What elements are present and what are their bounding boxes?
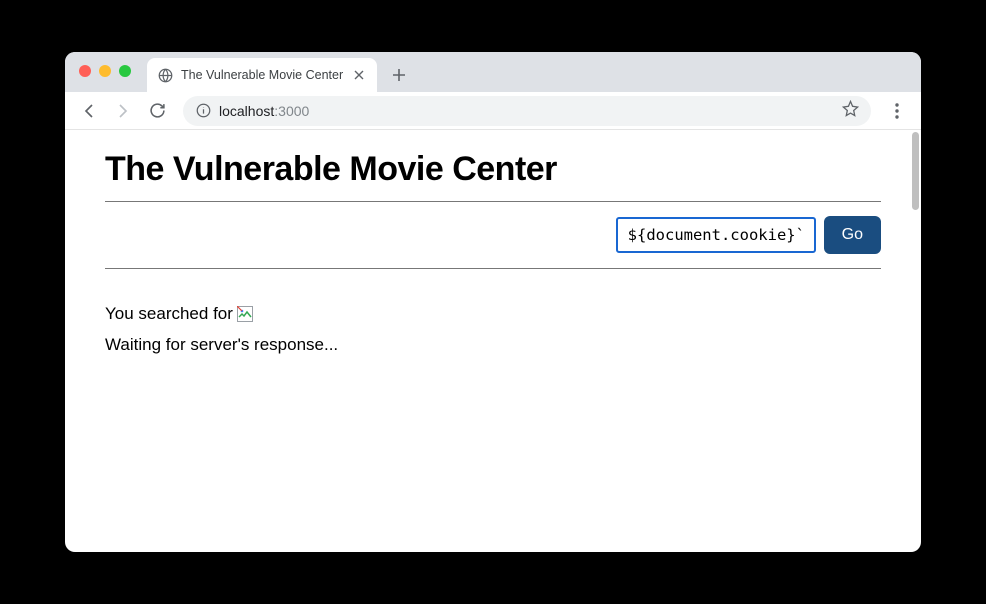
back-button[interactable] — [75, 97, 103, 125]
bookmark-star-icon[interactable] — [842, 100, 859, 122]
search-echo-line: You searched for — [105, 299, 881, 330]
search-form: Go — [105, 202, 881, 268]
result-prefix: You searched for — [105, 299, 233, 330]
maximize-window-button[interactable] — [119, 65, 131, 77]
url-text: localhost:3000 — [219, 103, 309, 119]
site-info-icon[interactable] — [195, 103, 211, 119]
minimize-window-button[interactable] — [99, 65, 111, 77]
page-content: The Vulnerable Movie Center Go You searc… — [65, 130, 921, 552]
broken-image-icon — [237, 306, 253, 322]
kebab-menu-icon[interactable] — [883, 97, 911, 125]
divider — [105, 268, 881, 269]
titlebar: The Vulnerable Movie Center — [65, 52, 921, 92]
globe-icon — [157, 67, 173, 83]
page-title: The Vulnerable Movie Center — [105, 150, 881, 189]
waiting-line: Waiting for server's response... — [105, 330, 881, 361]
go-button[interactable]: Go — [824, 216, 881, 254]
results-area: You searched for Waiting for server's re… — [105, 299, 881, 360]
reload-button[interactable] — [143, 97, 171, 125]
address-bar[interactable]: localhost:3000 — [183, 96, 871, 126]
close-tab-icon[interactable] — [351, 67, 367, 83]
window-controls — [79, 65, 131, 77]
browser-window: The Vulnerable Movie Center — [65, 52, 921, 552]
browser-toolbar: localhost:3000 — [65, 92, 921, 130]
tab-title: The Vulnerable Movie Center — [181, 68, 343, 82]
scrollbar-thumb[interactable] — [912, 132, 919, 210]
close-window-button[interactable] — [79, 65, 91, 77]
viewport: The Vulnerable Movie Center Go You searc… — [65, 130, 921, 552]
new-tab-button[interactable] — [385, 61, 413, 89]
search-input[interactable] — [616, 217, 816, 253]
forward-button[interactable] — [109, 97, 137, 125]
browser-tab[interactable]: The Vulnerable Movie Center — [147, 58, 377, 92]
